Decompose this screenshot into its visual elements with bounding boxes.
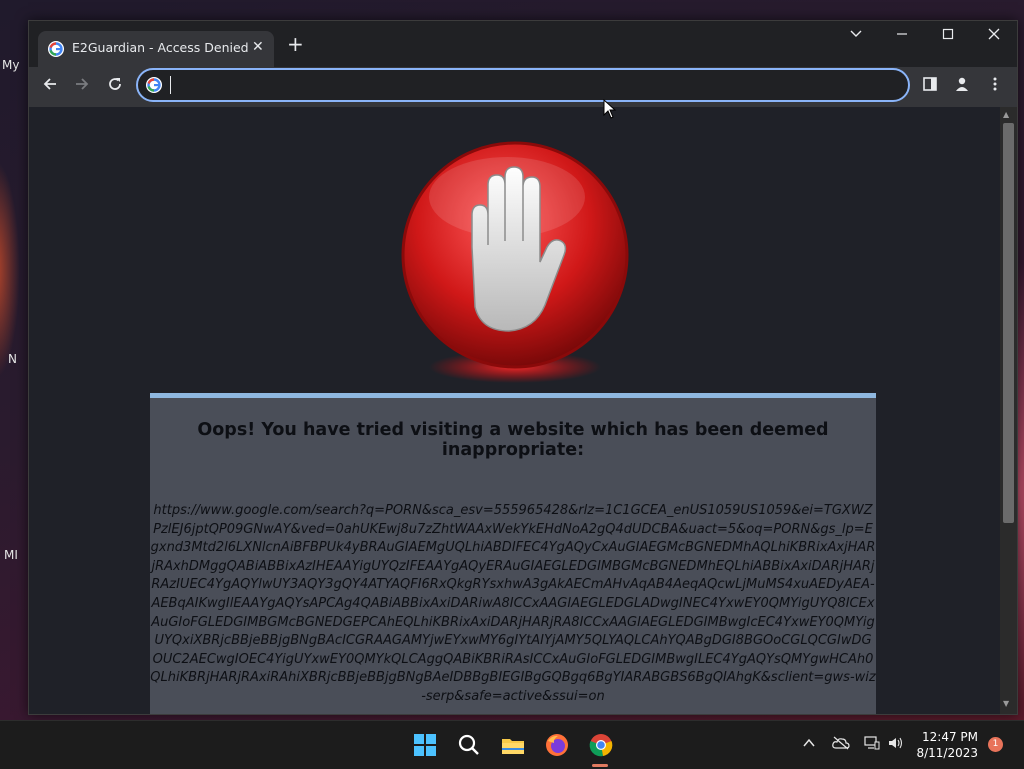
close-tab-icon[interactable]: ✕ bbox=[252, 39, 264, 55]
google-icon bbox=[146, 77, 162, 93]
new-tab-icon[interactable]: + bbox=[287, 34, 304, 54]
browser-toolbar bbox=[29, 67, 1017, 107]
address-bar[interactable] bbox=[136, 68, 910, 102]
clock-time: 12:47 PM bbox=[922, 730, 978, 744]
onedrive-offline-icon[interactable] bbox=[832, 736, 850, 754]
maximize-icon[interactable] bbox=[941, 27, 955, 45]
chevron-up-icon[interactable] bbox=[802, 736, 816, 754]
scrollbar-thumb[interactable] bbox=[1003, 123, 1014, 523]
desktop-icon-label[interactable]: N bbox=[8, 352, 17, 366]
scroll-up-icon[interactable]: ▲ bbox=[1003, 110, 1009, 119]
active-app-indicator bbox=[592, 764, 608, 767]
stop-hand-icon bbox=[399, 137, 631, 387]
notification-badge[interactable]: 1 bbox=[988, 737, 1003, 752]
scroll-down-icon[interactable]: ▼ bbox=[1003, 699, 1009, 708]
reload-icon[interactable] bbox=[106, 75, 124, 98]
tab-active[interactable]: E2Guardian - Access Denied ✕ bbox=[38, 31, 274, 67]
block-notice-panel: Oops! You have tried visiting a website … bbox=[150, 393, 876, 714]
mouse-cursor-icon bbox=[603, 98, 617, 123]
title-bar: E2Guardian - Access Denied ✕ + bbox=[29, 21, 1017, 67]
windows-start-icon[interactable] bbox=[411, 731, 439, 759]
tab-title: E2Guardian - Access Denied bbox=[72, 40, 249, 55]
desktop-icon-label[interactable]: My bbox=[2, 58, 19, 72]
text-caret bbox=[170, 76, 171, 94]
network-icon[interactable] bbox=[864, 736, 880, 754]
firefox-icon[interactable] bbox=[543, 731, 571, 759]
google-icon bbox=[48, 41, 64, 57]
volume-icon[interactable] bbox=[888, 736, 904, 754]
chrome-icon[interactable] bbox=[587, 731, 615, 759]
back-icon[interactable] bbox=[41, 75, 59, 98]
system-clock[interactable]: 12:47 PM 8/11/2023 bbox=[916, 729, 978, 761]
forward-icon[interactable] bbox=[73, 75, 91, 98]
vertical-scrollbar[interactable]: ▲ ▼ bbox=[1000, 107, 1017, 714]
clock-date: 8/11/2023 bbox=[916, 746, 978, 760]
desktop-icon-label[interactable]: MI bbox=[4, 548, 18, 562]
close-window-icon[interactable] bbox=[987, 27, 1001, 45]
browser-window: E2Guardian - Access Denied ✕ + Oops! You… bbox=[28, 20, 1018, 715]
menu-kebab-icon[interactable] bbox=[987, 76, 1003, 96]
search-icon[interactable] bbox=[455, 731, 483, 759]
file-explorer-icon[interactable] bbox=[499, 731, 527, 759]
desktop-wallpaper-glow bbox=[0, 160, 20, 380]
tab-search-icon[interactable] bbox=[849, 27, 863, 45]
side-panel-icon[interactable] bbox=[922, 76, 938, 96]
blocked-url: https://www.google.com/search?q=PORN&sca… bbox=[150, 503, 876, 704]
address-input[interactable] bbox=[176, 74, 880, 98]
profile-icon[interactable] bbox=[954, 76, 970, 96]
minimize-icon[interactable] bbox=[895, 27, 909, 45]
page-content: Oops! You have tried visiting a website … bbox=[29, 107, 1000, 714]
block-heading: Oops! You have tried visiting a website … bbox=[197, 420, 829, 460]
taskbar: 12:47 PM 8/11/2023 1 bbox=[0, 720, 1024, 769]
